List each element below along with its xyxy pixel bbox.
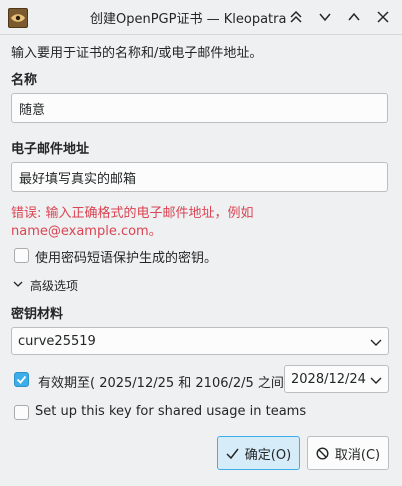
chevron-down-icon (370, 337, 382, 352)
key-material-value: curve25519 (18, 333, 96, 349)
passphrase-label[interactable]: 使用密码短语保护生成的密钥。 (35, 247, 217, 266)
advanced-options-toggle[interactable]: 高级选项 (30, 277, 78, 294)
window-titlebar[interactable]: 创建OpenPGP证书 — Kleopatra (0, 0, 402, 35)
keep-above-icon[interactable] (284, 5, 308, 29)
cancel-circle-icon (316, 446, 329, 460)
key-material-label: 密钥材料 (11, 307, 64, 322)
cancel-button-label: 取消(C) (334, 447, 381, 463)
email-input-value: 最好填写真实的邮箱 (19, 171, 137, 187)
key-material-select[interactable]: curve25519 (11, 327, 389, 355)
validity-label[interactable]: 有效期至( 2025/12/25 和 2106/2/5 之间): (38, 372, 293, 391)
window-title: 创建OpenPGP证书 — Kleopatra (90, 12, 287, 27)
email-error-line1: 错误: 输入正确格式的电子邮件地址，例如 (11, 206, 254, 221)
email-label: 电子邮件地址 (11, 142, 90, 157)
checkmark-icon (226, 448, 239, 459)
chevron-down-icon[interactable] (13, 278, 23, 293)
maximize-icon[interactable] (342, 5, 366, 29)
kleopatra-icon[interactable] (8, 8, 28, 28)
passphrase-checkbox[interactable] (14, 248, 29, 263)
minimize-icon[interactable] (313, 5, 337, 29)
name-input-value: 随意 (19, 102, 46, 118)
validity-date-value: 2028/12/24 (291, 371, 366, 387)
email-input[interactable]: 最好填写真实的邮箱 (11, 162, 388, 192)
shared-usage-checkbox[interactable] (14, 405, 29, 420)
name-input[interactable]: 随意 (11, 93, 388, 123)
email-error-line2: name@example.com。 (11, 224, 162, 239)
validity-checkbox[interactable] (14, 372, 29, 387)
intro-text: 输入要用于证书的名称和/或电子邮件地址。 (11, 46, 263, 61)
validity-date-picker[interactable]: 2028/12/24 (284, 365, 389, 393)
name-label: 名称 (11, 73, 38, 88)
ok-button-label: 确定(O) (244, 447, 292, 463)
cancel-button[interactable]: 取消(C) (307, 436, 389, 470)
chevron-down-icon (370, 375, 382, 390)
shared-usage-label[interactable]: Set up this key for shared usage in team… (35, 404, 306, 419)
close-icon[interactable] (371, 5, 395, 29)
checkmark-icon (16, 375, 27, 384)
ok-button[interactable]: 确定(O) (217, 436, 300, 470)
